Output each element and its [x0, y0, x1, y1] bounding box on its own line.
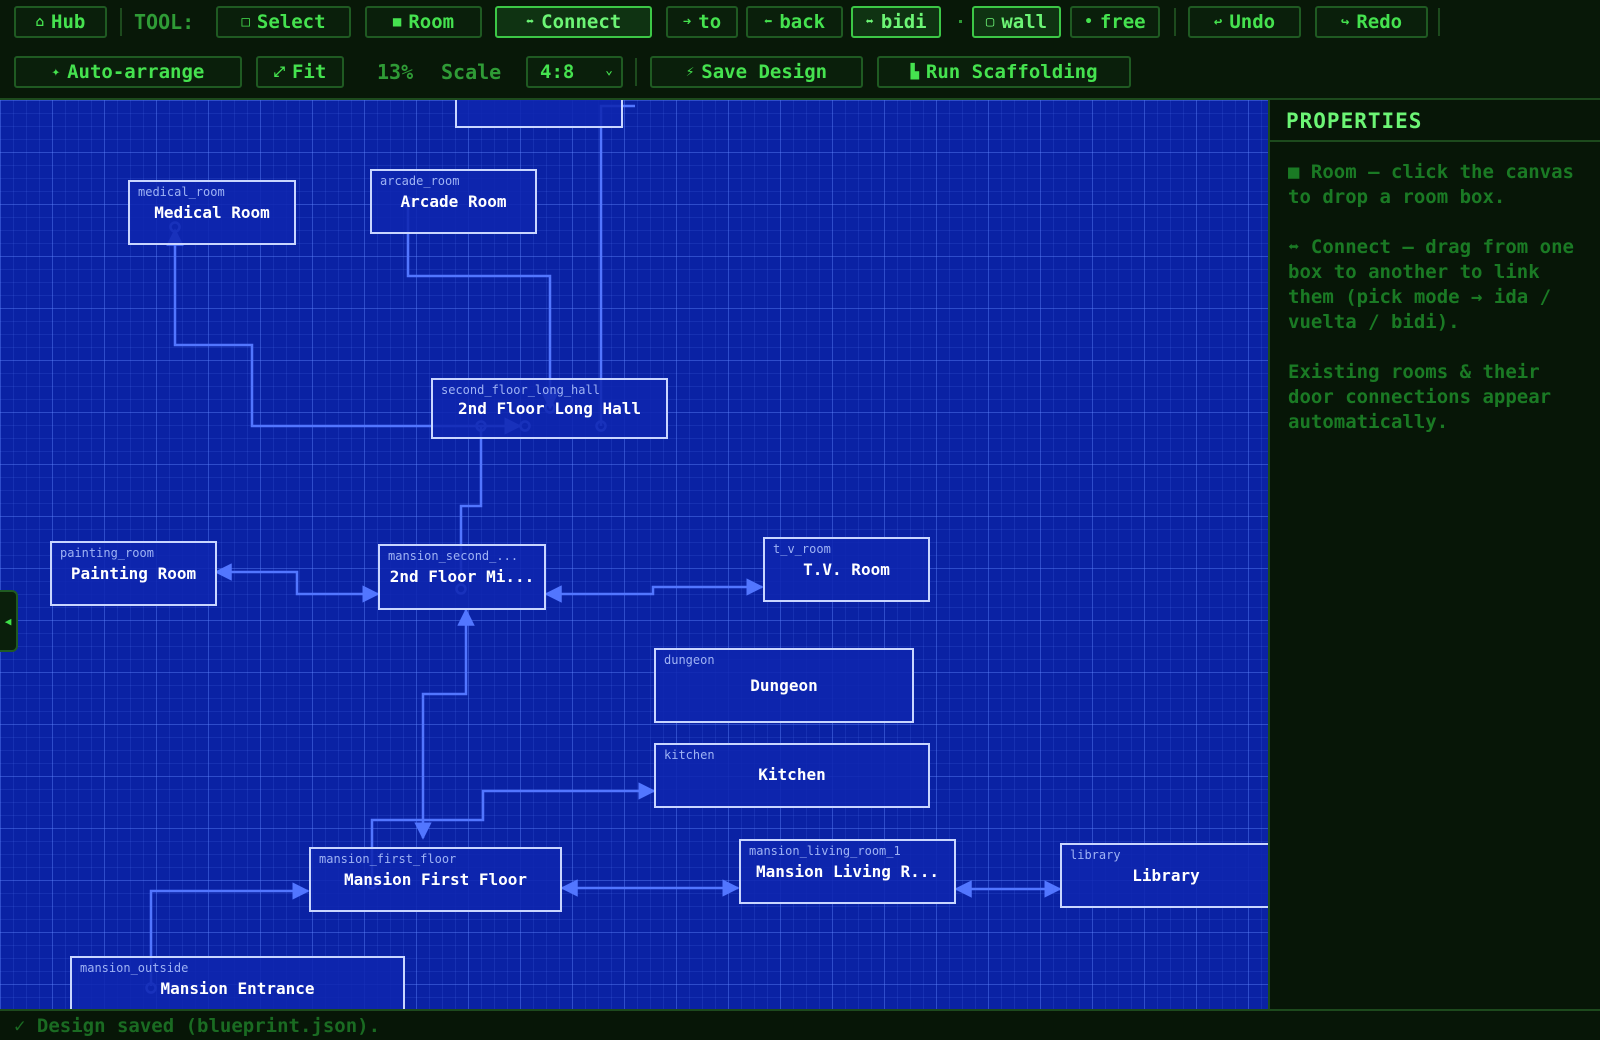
- room-name: Mansion Entrance: [160, 979, 315, 998]
- undo-button[interactable]: ↩ Undo: [1188, 6, 1301, 38]
- properties-hint: ■ Room — click the canvas to drop a room…: [1270, 142, 1600, 435]
- room-id: mansion_second_...: [388, 549, 519, 563]
- toolbar-separator: [635, 58, 637, 86]
- room-tool-button[interactable]: ■ Room: [365, 6, 482, 38]
- room-box-second-floor-long-hall[interactable]: second_floor_long_hall 2nd Floor Long Ha…: [431, 378, 668, 439]
- mode-bidi-button[interactable]: ⬌ bidi: [851, 6, 941, 38]
- properties-title: PROPERTIES: [1270, 100, 1600, 142]
- room-id: second_floor_long_hall: [441, 383, 600, 397]
- room-box-dungeon[interactable]: dungeon Dungeon: [654, 648, 914, 723]
- room-box-mansion-living-room[interactable]: mansion_living_room_1 Mansion Living R..…: [739, 839, 956, 904]
- room-name: Kitchen: [758, 765, 826, 784]
- room-name: Medical Room: [154, 203, 270, 222]
- toolbar-dot-separator: [959, 20, 962, 23]
- room-name: Library: [1132, 866, 1200, 885]
- save-design-button[interactable]: ⚡ Save Design: [650, 56, 863, 88]
- room-id: mansion_living_room_1: [749, 844, 901, 858]
- chevron-down-icon: ⌄: [605, 63, 613, 78]
- chevron-left-icon: ◀: [4, 614, 12, 628]
- square-icon: □: [241, 14, 250, 30]
- mode-back-button[interactable]: ⬅ back: [746, 6, 843, 38]
- room-id: medical_room: [138, 185, 225, 199]
- room-name: Painting Room: [70, 564, 197, 583]
- fit-button[interactable]: ⤢ Fit: [256, 56, 344, 88]
- wall-icon: ▢: [985, 14, 995, 30]
- status-message: ✓ Design saved (blueprint.json).: [14, 1015, 381, 1037]
- room-name: Dungeon: [750, 676, 818, 695]
- room-name: Mansion Living R...: [755, 862, 940, 881]
- dot-icon: •: [1084, 14, 1093, 30]
- room-id: library: [1070, 848, 1121, 862]
- snap-free-button[interactable]: • free: [1070, 6, 1160, 38]
- connect-tool-button[interactable]: ⬌ Connect: [495, 6, 652, 38]
- hint-connect: ⬌ Connect — drag from one box to another…: [1288, 236, 1574, 333]
- room-box-tv-room[interactable]: t_v_room T.V. Room: [763, 537, 930, 602]
- room-id: arcade_room: [380, 174, 460, 188]
- room-box-painting-room[interactable]: painting_room Painting Room: [50, 541, 217, 606]
- redo-button[interactable]: ↪ Redo: [1315, 6, 1428, 38]
- bidirectional-arrow-icon: ⬌: [865, 14, 874, 30]
- zoom-level: 13%: [377, 60, 414, 84]
- undo-icon: ↩: [1213, 14, 1223, 30]
- scaffold-icon: ▙: [910, 64, 919, 80]
- blueprint-canvas[interactable]: medical_room Medical Room arcade_room Ar…: [0, 100, 1268, 1009]
- room-name: Arcade Room: [400, 192, 507, 211]
- connection-line: [414, 608, 475, 840]
- arrow-right-icon: ➜: [682, 14, 692, 30]
- room-id: mansion_first_floor: [319, 852, 457, 866]
- connection-line: [214, 563, 380, 603]
- scale-select[interactable]: 4:8 ⌄: [526, 56, 623, 88]
- room-box-medical-room[interactable]: medical_room Medical Room: [128, 180, 296, 245]
- run-scaffolding-button[interactable]: ▙ Run Scaffolding: [877, 56, 1131, 88]
- collapse-panel-tab[interactable]: ◀: [0, 590, 18, 652]
- room-icon: ■: [392, 14, 402, 30]
- toolbar-separator: [1438, 8, 1440, 36]
- bidirectional-arrow-icon: ⬌: [525, 14, 535, 30]
- hub-button[interactable]: ⌂ Hub: [14, 6, 107, 38]
- toolbar-separator: [120, 8, 122, 36]
- connection-line: [544, 578, 764, 603]
- room-id: kitchen: [664, 748, 715, 762]
- room-name: 2nd Floor Mi...: [389, 567, 535, 586]
- snap-wall-button[interactable]: ▢ wall: [972, 6, 1061, 38]
- room-box-mansion-second-floor[interactable]: mansion_second_... 2nd Floor Mi...: [378, 544, 546, 610]
- lightning-icon: ⚡: [685, 64, 695, 80]
- toolbar-separator: [1174, 8, 1176, 36]
- auto-arrange-button[interactable]: ✦ Auto-arrange: [14, 56, 242, 88]
- room-id: painting_room: [60, 546, 154, 560]
- room-name: Mansion First Floor: [343, 870, 528, 889]
- expand-icon: ⤢: [273, 64, 285, 80]
- room-box-mansion-entrance[interactable]: mansion_outside Mansion Entrance: [70, 956, 405, 1009]
- arrow-left-icon: ⬅: [763, 14, 773, 30]
- home-icon: ⌂: [35, 14, 45, 30]
- sparkle-icon: ✦: [51, 64, 61, 80]
- room-box-library[interactable]: library Library: [1060, 843, 1268, 908]
- properties-panel: PROPERTIES ■ Room — click the canvas to …: [1268, 100, 1600, 1009]
- redo-icon: ↪: [1340, 14, 1350, 30]
- tool-label: TOOL:: [134, 10, 195, 34]
- room-name: T.V. Room: [803, 560, 890, 579]
- room-id: t_v_room: [773, 542, 831, 556]
- select-tool-button[interactable]: □ Select: [216, 6, 351, 38]
- room-id: dungeon: [664, 653, 715, 667]
- hint-existing: Existing rooms & their door connections …: [1288, 361, 1552, 433]
- room-id: mansion_outside: [80, 961, 189, 975]
- hint-room: ■ Room — click the canvas to drop a room…: [1288, 161, 1574, 208]
- room-name: 2nd Floor Long Hall: [457, 399, 642, 418]
- mode-to-button[interactable]: ➜ to: [666, 6, 738, 38]
- room-box-top-partial[interactable]: [455, 100, 623, 128]
- room-box-arcade-room[interactable]: arcade_room Arcade Room: [370, 169, 537, 234]
- status-bar: ✓ Design saved (blueprint.json).: [0, 1009, 1600, 1040]
- room-box-mansion-first-floor[interactable]: mansion_first_floor Mansion First Floor: [309, 847, 562, 912]
- room-box-kitchen[interactable]: kitchen Kitchen: [654, 743, 930, 808]
- scale-label: Scale: [441, 60, 502, 84]
- toolbar: ⌂ Hub TOOL: □ Select ■ Room ⬌ Connect ➜ to ⬅ b…: [0, 0, 1600, 100]
